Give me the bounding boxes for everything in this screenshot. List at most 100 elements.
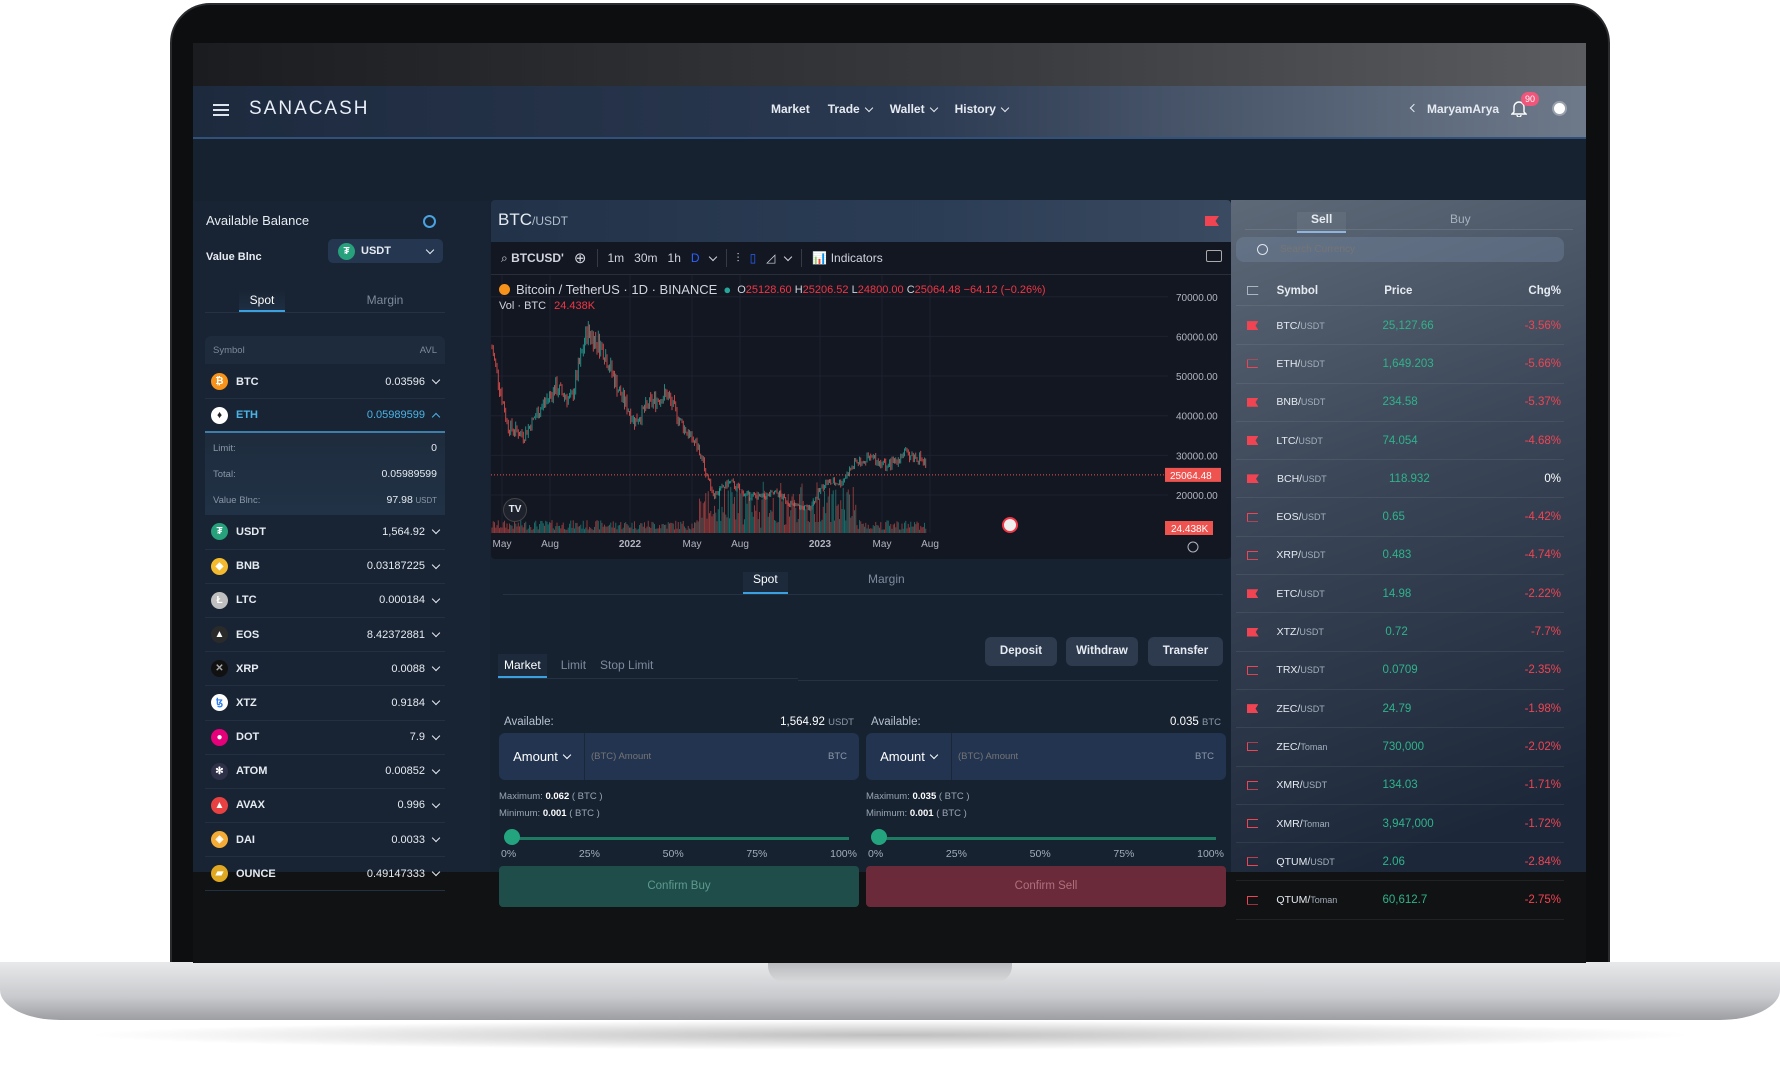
percent-label[interactable]: 0% (868, 848, 883, 860)
coin-row-xrp[interactable]: ✕ XRP 0.0088 (205, 652, 445, 687)
deposit-button[interactable]: Deposit (985, 637, 1057, 666)
favorite-flag-icon[interactable] (1247, 780, 1259, 790)
percent-slider[interactable] (499, 826, 859, 848)
favorite-flag-icon[interactable] (1247, 742, 1259, 752)
percent-slider[interactable] (866, 826, 1226, 848)
favorite-flag-icon[interactable] (1247, 397, 1259, 407)
percent-label[interactable]: 25% (946, 848, 967, 860)
slider-track[interactable] (874, 837, 1216, 840)
favorite-flag-icon[interactable] (1247, 321, 1259, 331)
percent-label[interactable]: 75% (1113, 848, 1134, 860)
chevron-down-icon[interactable] (431, 560, 441, 569)
chevron-down-icon[interactable] (431, 731, 441, 740)
tab-spot[interactable]: Spot (239, 289, 285, 312)
market-row[interactable]: XTZ/USDT 0.72 -7.7% (1236, 613, 1564, 652)
favorite-flag-icon[interactable] (1247, 474, 1259, 484)
market-row[interactable]: ETH/USDT 1,649.203 -5.66% (1236, 345, 1564, 384)
coin-row-atom[interactable]: ✻ ATOM 0.00852 (205, 755, 445, 789)
coin-row-ounce[interactable]: ▰ OUNCE 0.49147333 (205, 857, 445, 892)
tab-buy[interactable]: Buy (1450, 212, 1471, 226)
withdraw-button[interactable]: Withdraw (1066, 637, 1138, 666)
market-row[interactable]: LTC/USDT 74.054 -4.68% (1236, 422, 1564, 461)
market-row[interactable]: BNB/USDT 234.58 -5.37% (1236, 384, 1564, 422)
user-menu[interactable]: MaryamArya (1409, 102, 1499, 116)
chevron-down-icon[interactable] (431, 697, 441, 706)
chevron-down-icon[interactable] (784, 252, 793, 261)
chevron-down-icon[interactable] (431, 662, 441, 672)
market-row[interactable]: QTUM/USDT 2.06 -2.84% (1236, 843, 1564, 882)
slider-handle[interactable] (504, 829, 520, 845)
market-row[interactable]: ZEC/USDT 24.79 -1.98% (1236, 690, 1564, 729)
favorite-flag-icon[interactable] (1247, 436, 1259, 446)
chevron-down-icon[interactable] (708, 252, 717, 261)
nav-trade[interactable]: Trade (828, 102, 873, 116)
bar-chart-type-icon[interactable]: ⫶ (737, 251, 740, 266)
percent-label[interactable]: 0% (501, 848, 516, 860)
favorite-flag-icon[interactable] (1247, 857, 1259, 867)
symbol-search[interactable]: ⌕ BTCUSD' (501, 251, 564, 266)
chevron-down-icon[interactable] (431, 628, 441, 638)
market-row[interactable]: EOS/USDT 0.65 -4.42% (1236, 498, 1564, 537)
amount-input[interactable] (585, 751, 828, 762)
tab-margin[interactable]: Margin (325, 289, 445, 312)
percent-label[interactable]: 75% (746, 848, 767, 860)
interval-30m[interactable]: 30m (634, 251, 657, 265)
market-row[interactable]: QTUM/Toman 60,612.7 -2.75% (1236, 881, 1564, 920)
chevron-up-icon[interactable] (431, 412, 441, 422)
market-row[interactable]: XRP/USDT 0.483 -4.74% (1236, 537, 1564, 576)
market-row[interactable]: ZEC/Toman 730,000 -2.02% (1236, 728, 1564, 767)
search-currency-input[interactable] (1236, 237, 1564, 262)
coin-row-eos[interactable]: ▲ EOS 8.42372881 (205, 618, 445, 653)
tradingview-logo[interactable]: TV (503, 498, 527, 522)
chevron-down-icon[interactable] (431, 765, 441, 775)
market-row[interactable]: XMR/Toman 3,947,000 -1.72% (1236, 805, 1564, 844)
indicators-button[interactable]: 📊 Indicators (812, 251, 882, 265)
confirm-buy-button[interactable]: Confirm Buy (499, 866, 859, 907)
chevron-down-icon[interactable] (431, 526, 441, 535)
market-row[interactable]: TRX/USDT 0.0709 -2.35% (1236, 652, 1564, 690)
favorite-flag-icon[interactable] (1247, 359, 1259, 369)
slider-handle[interactable] (871, 829, 887, 845)
chevron-down-icon[interactable] (431, 594, 441, 604)
coin-row-bnb[interactable]: ◆ BNB 0.03187225 (205, 550, 445, 584)
market-row[interactable]: BCH/USDT 118.932 0% (1236, 460, 1564, 499)
favorite-flag-icon[interactable] (1247, 512, 1259, 522)
theme-toggle-icon[interactable] (1554, 103, 1565, 114)
coin-row-dai[interactable]: ◈ DAI 0.0033 (205, 823, 445, 858)
favorite-flag-icon[interactable] (1247, 550, 1259, 560)
tab-sell[interactable]: Sell (1297, 212, 1347, 233)
transfer-button[interactable]: Transfer (1148, 637, 1223, 666)
candle-chart-type-icon[interactable]: ▯ (750, 251, 757, 265)
coin-row-dot[interactable]: ● DOT 7.9 (205, 721, 445, 755)
percent-label[interactable]: 50% (1030, 848, 1051, 860)
market-row[interactable]: XMR/USDT 134.03 -1.71% (1236, 767, 1564, 805)
percent-label[interactable]: 25% (579, 848, 600, 860)
amount-type-select[interactable]: Amount (866, 733, 952, 780)
coin-row-ltc[interactable]: Ł LTC 0.000184 (205, 584, 445, 618)
slider-track[interactable] (507, 837, 849, 840)
percent-label[interactable]: 50% (663, 848, 684, 860)
tab-market[interactable]: Market (498, 654, 547, 678)
tab-limit[interactable]: Limit (561, 654, 586, 678)
favorite-flag-icon[interactable] (1247, 627, 1259, 637)
percent-label[interactable]: 100% (1197, 848, 1224, 860)
nav-history[interactable]: History (955, 102, 1010, 116)
currency-select[interactable]: ₮ USDT (328, 239, 443, 263)
area-chart-type-icon[interactable]: ◿ (766, 251, 775, 265)
nav-wallet[interactable]: Wallet (890, 102, 938, 116)
price-chart[interactable]: 70000.00 60000.00 50000.00 40000.00 30000.00… (491, 275, 1231, 559)
percent-label[interactable]: 100% (830, 848, 857, 860)
interval-d[interactable]: D (691, 251, 700, 265)
favorite-flag-icon[interactable] (1247, 665, 1259, 675)
coin-row-usdt[interactable]: ₮ USDT 1,564.92 (205, 515, 445, 550)
chevron-down-icon[interactable] (431, 868, 441, 877)
tab-margin[interactable]: Margin (868, 572, 905, 586)
tab-stop-limit[interactable]: Stop Limit (600, 654, 653, 678)
tab-spot[interactable]: Spot (743, 572, 788, 594)
pie-chart-icon[interactable] (423, 215, 436, 228)
amount-input[interactable] (952, 751, 1195, 762)
menu-icon[interactable] (213, 104, 229, 116)
interval-1h[interactable]: 1h (668, 251, 681, 265)
market-row[interactable]: BTC/USDT 25,127.66 -3.56% (1236, 307, 1564, 346)
chevron-down-icon[interactable] (431, 799, 441, 809)
